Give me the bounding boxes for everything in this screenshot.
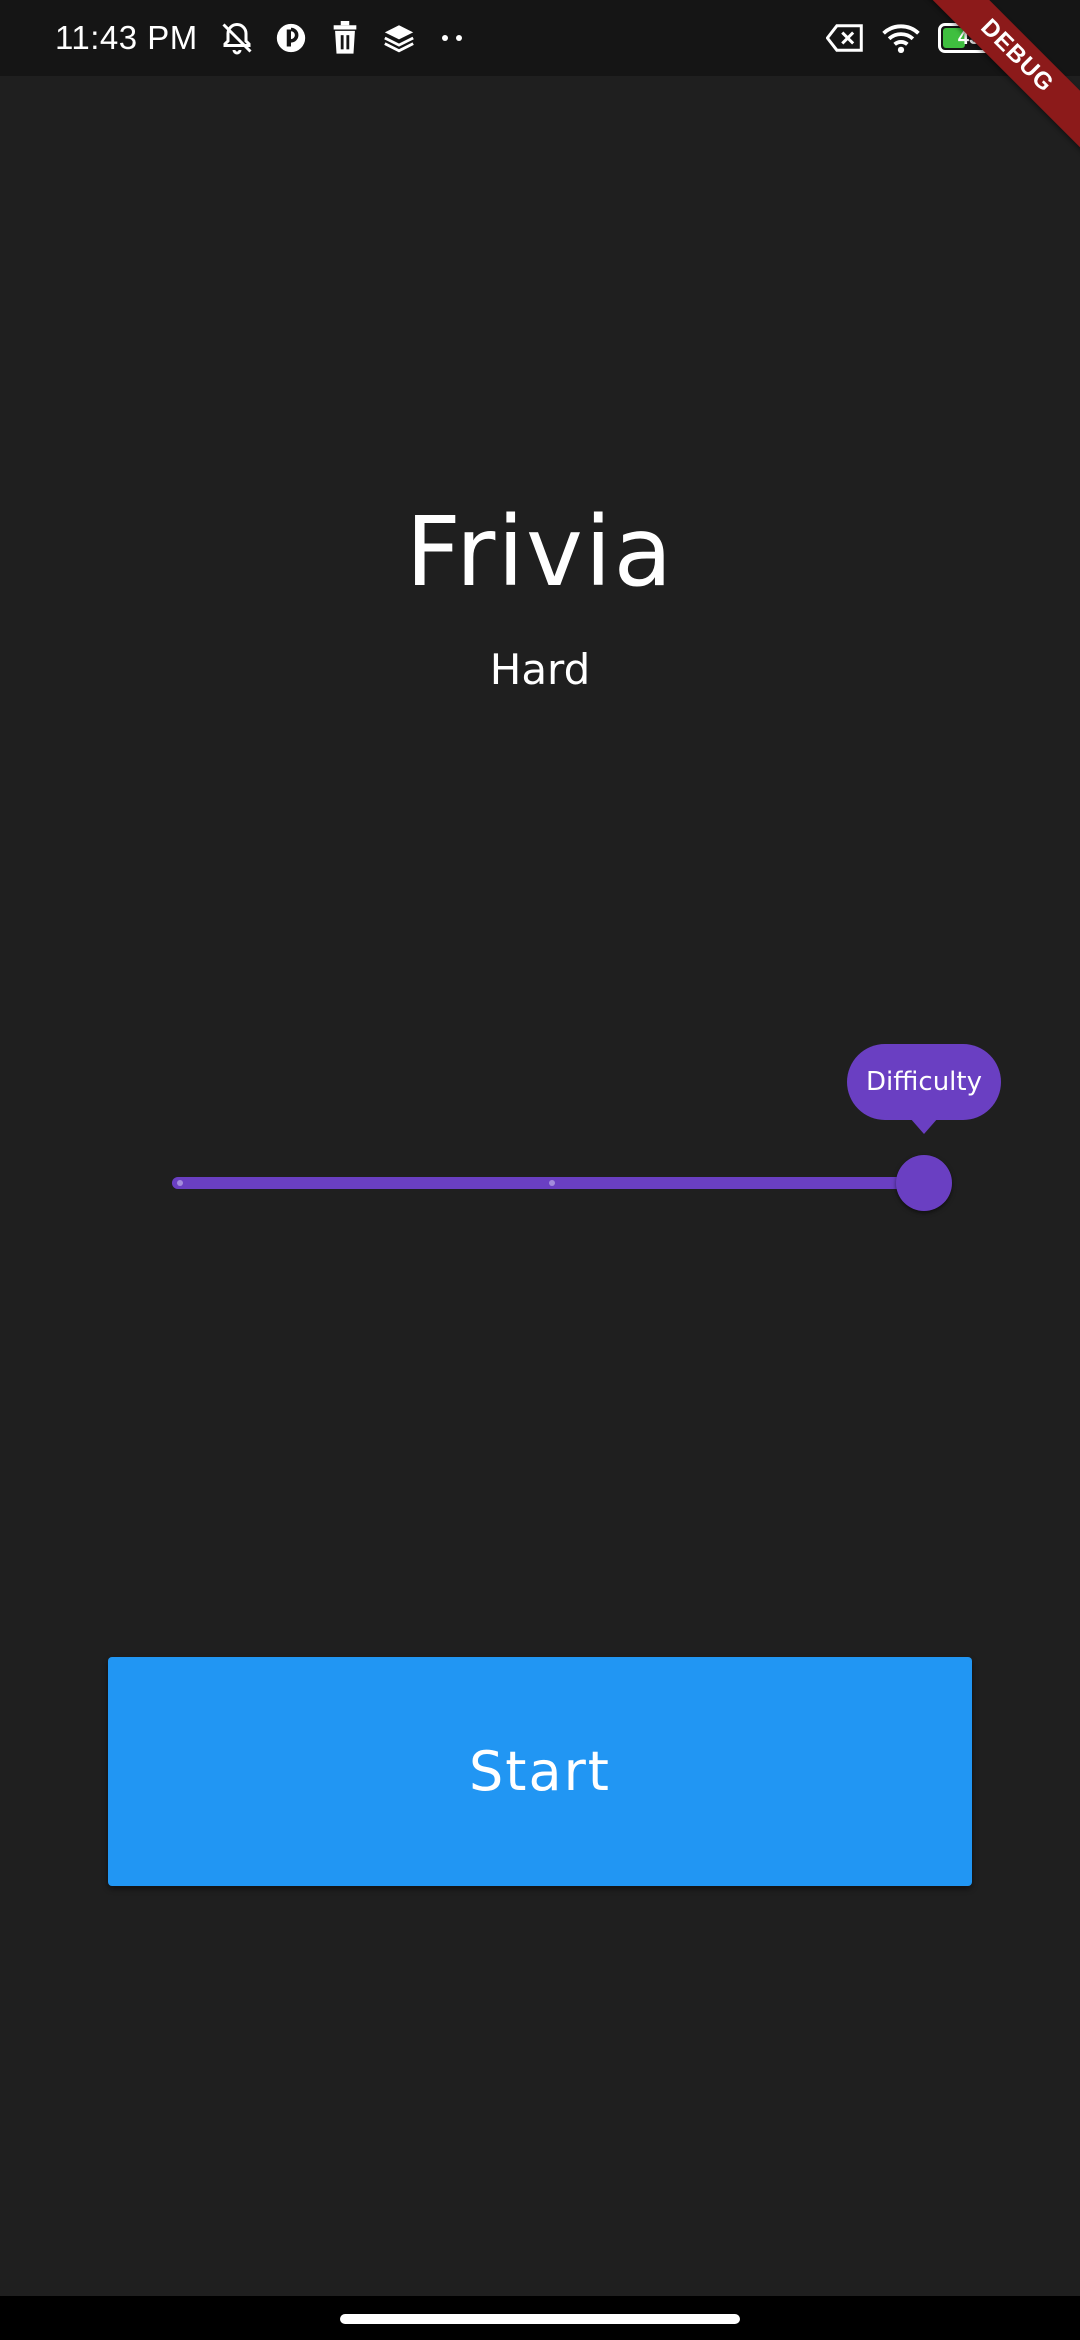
difficulty-label: Hard [489,645,591,694]
home-indicator[interactable] [340,2314,740,2324]
slider-track-active[interactable] [172,1177,924,1189]
app-title: Frivia [405,496,675,608]
start-button[interactable]: Start [108,1657,972,1886]
slider-value-tooltip: Difficulty [847,1044,1001,1134]
slider-tick [549,1180,555,1186]
layers-icon [380,19,418,57]
trash-icon [326,19,364,57]
slider-thumb[interactable] [896,1155,952,1211]
wifi-icon [882,19,920,57]
mute-notifications-icon [218,19,256,57]
status-bar: 11:43 PM 43 [0,0,1080,76]
slider-tick [177,1180,183,1186]
status-time: 11:43 PM [55,19,198,56]
no-sim-icon [826,19,864,57]
navigation-bar [0,2296,1080,2340]
status-left: 11:43 PM [55,19,462,57]
more-notifications-icon [441,35,462,41]
difficulty-slider[interactable]: Difficulty [172,1044,1001,1216]
app-notification-icon [272,19,310,57]
